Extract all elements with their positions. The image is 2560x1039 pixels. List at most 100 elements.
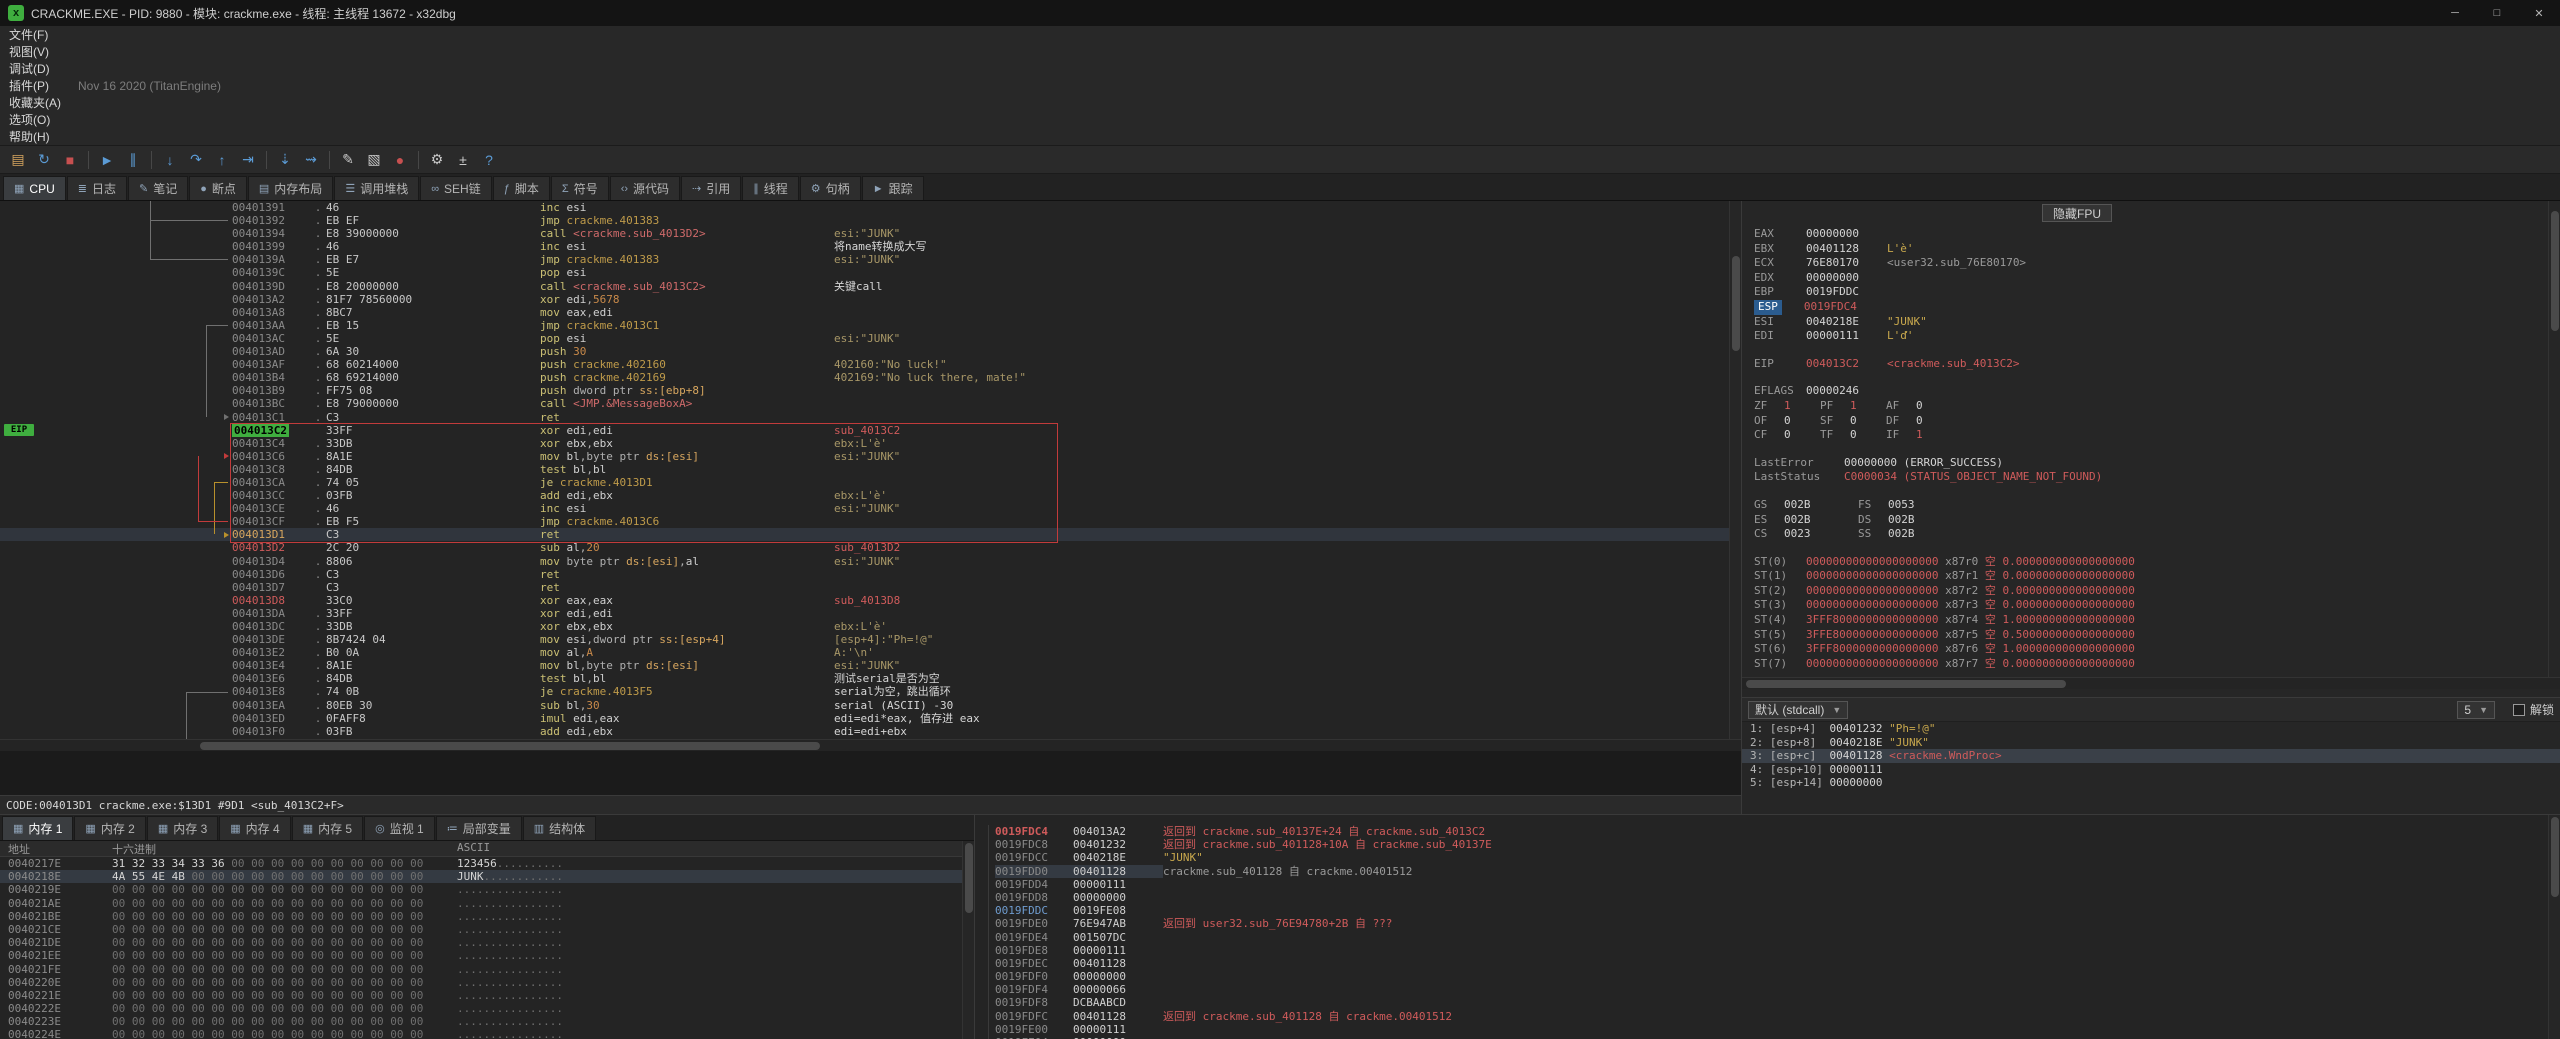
stack-row[interactable]: 0019FDC8 00401232 返回到 crackme.sub_401128+1… (975, 838, 2560, 852)
stack-row[interactable]: 0019FDE4 001507DC (975, 930, 2560, 944)
tab-symbols[interactable]: Σ 符号 (550, 176, 609, 200)
stack-row[interactable]: 0019FDDC 0019FE08 (975, 904, 2560, 918)
segment-gs[interactable]: GS 002B (1754, 498, 1858, 513)
disasm-row[interactable]: 004013E4. 8A1E mov bl,byte ptr ds:[esi] esi… (0, 659, 1741, 672)
register-eflags[interactable]: EFLAGS 00000246 (1754, 384, 2546, 399)
tab-watch-1[interactable]: ◎ 监视 1 (364, 816, 435, 840)
register-st7[interactable]: ST(7) 00000000000000000000 x87r7 空 0.0000… (1754, 657, 2546, 672)
disasm-row[interactable]: 004013B9. FF75 08 push dword ptr ss:[ebp+8… (0, 384, 1741, 397)
tab-notes[interactable]: ✎ 笔记 (127, 176, 189, 200)
tab-struct[interactable]: ▥ 结构体 (522, 816, 597, 840)
hex-dump-view[interactable]: 地址 十六进制 ASCII 0040217E 31 32 33 34 33 36 … (0, 841, 974, 1039)
stack-row[interactable]: 0019FDF8 DCBAABCD (975, 996, 2560, 1010)
stack-row[interactable]: 0019FDF4 00000066 (975, 983, 2560, 997)
disasm-row[interactable]: 004013C8. 84DB test bl,bl (0, 463, 1741, 476)
menu-item-5[interactable]: 选项(O) (0, 111, 70, 128)
minimize-button[interactable]: ─ (2434, 0, 2476, 26)
disassembly-vscrollbar[interactable] (1729, 201, 1741, 739)
argument-row[interactable]: 1: [esp+4] 00401232 "Ph=!@" (1742, 722, 2560, 736)
register-st0[interactable]: ST(0) 00000000000000000000 x87r0 空 0.0000… (1754, 555, 2546, 570)
disasm-row[interactable]: 004013DC. 33DB xor ebx,ebx ebx:L'è' (0, 620, 1741, 633)
settings-icon[interactable]: ⚙ (425, 149, 449, 171)
breakpoint-icon[interactable]: ● (388, 149, 412, 171)
tab-trace[interactable]: ► 跟踪 (861, 176, 924, 200)
registers-vscrollbar[interactable] (2548, 201, 2560, 677)
tab-references[interactable]: ⇢ 引用 (681, 176, 742, 200)
register-ebx[interactable]: EBX 00401128 L'è' (1754, 242, 2546, 257)
disasm-row[interactable]: 00401399. 46 inc esi 将name转换成大写 (0, 240, 1741, 253)
dump-row[interactable]: 0040224E 00 00 00 00 00 00 00 00 00 00 00… (0, 1028, 974, 1039)
register-ebp[interactable]: EBP 0019FDDC (1754, 285, 2546, 300)
disasm-row[interactable]: 004013EA. 80EB 30 sub bl,30 serial (ASCII) … (0, 699, 1741, 712)
flag-sf[interactable]: SF 0 (1820, 414, 1886, 429)
dump-row[interactable]: 0040217E 31 32 33 34 33 36 00 00 00 00 00… (0, 857, 974, 870)
stack-row[interactable]: 0019FDE8 00000111 (975, 943, 2560, 957)
dump-row[interactable]: 004021AE 00 00 00 00 00 00 00 00 00 00 00… (0, 897, 974, 910)
restart-icon[interactable]: ↻ (32, 149, 56, 171)
dump-row[interactable]: 0040223E 00 00 00 00 00 00 00 00 00 00 00… (0, 1015, 974, 1028)
disasm-row[interactable]: 004013F0. 03FB add edi,ebx edi=edi+ebx (0, 725, 1741, 738)
stack-row[interactable]: 0019FDD4 00000111 (975, 877, 2560, 891)
pause-icon[interactable]: ∥ (121, 149, 145, 171)
disassembly-view[interactable]: 00401391. 46 inc esi 00401392. EB EF jmp crac… (0, 201, 1741, 739)
disasm-row[interactable]: 004013E6. 84DB test bl,bl 测试serial是否为空 (0, 672, 1741, 685)
dump-vscrollbar[interactable] (962, 841, 974, 1039)
argument-row[interactable]: 4: [esp+10] 00000111 (1742, 763, 2560, 777)
segment-ss[interactable]: SS 002B (1858, 527, 1962, 542)
disasm-row[interactable]: 004013C4. 33DB xor ebx,ebx ebx:L'è' (0, 437, 1741, 450)
trace-over-icon[interactable]: ⇝ (299, 149, 323, 171)
disasm-row[interactable]: 004013C6. 8A1E mov bl,byte ptr ds:[esi] esi… (0, 450, 1741, 463)
calculator-icon[interactable]: ± (451, 149, 475, 171)
disasm-row[interactable]: 004013E2. B0 0A mov al,A A:'\n' (0, 646, 1741, 659)
last-error[interactable]: LastError 00000000 (ERROR_SUCCESS) (1754, 456, 2546, 471)
assemble-icon[interactable]: ✎ (336, 149, 360, 171)
disasm-row[interactable]: 004013D1 C3 ret (0, 528, 1741, 542)
disasm-row[interactable]: 004013AD. 6A 30 push 30 (0, 345, 1741, 358)
disasm-row[interactable]: 004013CA. 74 05 je crackme.4013D1 (0, 476, 1741, 489)
disasm-row[interactable]: 0040139D. E8 20000000 call <crackme.sub_40… (0, 280, 1741, 293)
disasm-row[interactable]: 00401392. EB EF jmp crackme.401383 (0, 214, 1741, 227)
tab-memory-2[interactable]: ▦ 内存 2 (74, 816, 146, 840)
disasm-row[interactable]: 004013CF. EB F5 jmp crackme.4013C6 (0, 515, 1741, 528)
disasm-row[interactable]: 004013BC. E8 79000000 call <JMP.&MessageBo… (0, 397, 1741, 410)
dump-row[interactable]: 004021DE 00 00 00 00 00 00 00 00 00 00 00… (0, 936, 974, 949)
stack-row[interactable]: 0019FDE0 76E947AB 返回到 user32.sub_76E94780+… (975, 917, 2560, 931)
tab-threads[interactable]: ∥ 线程 (742, 176, 799, 200)
disassembly-hscrollbar[interactable] (0, 739, 1741, 751)
disasm-row[interactable]: 004013DA. 33FF xor edi,edi (0, 607, 1741, 620)
argument-row[interactable]: 3: [esp+c] 00401128 <crackme.WndProc> (1742, 749, 2560, 763)
register-eip[interactable]: EIP 004013C2 <crackme.sub_4013C2> (1754, 357, 2546, 372)
disasm-row[interactable]: 0040139C. 5E pop esi (0, 266, 1741, 279)
tab-memory-map[interactable]: ▤ 内存布局 (247, 176, 334, 200)
disasm-row[interactable]: 00401391. 46 inc esi (0, 201, 1741, 214)
flag-pf[interactable]: PF 1 (1820, 399, 1886, 414)
disasm-row[interactable]: 00401394. E8 39000000 call <crackme.sub_40… (0, 227, 1741, 240)
disasm-row[interactable]: 004013B4. 68 69214000 push crackme.402169 4… (0, 371, 1741, 384)
run-icon[interactable]: ► (95, 149, 119, 171)
disasm-row[interactable]: 004013D4. 8806 mov byte ptr ds:[esi],al esi… (0, 555, 1741, 568)
register-st4[interactable]: ST(4) 3FFF8000000000000000 x87r4 空 1.0000… (1754, 613, 2546, 628)
tab-memory-5[interactable]: ▦ 内存 5 (291, 816, 364, 840)
menu-item-6[interactable]: 帮助(H) (0, 128, 70, 145)
tab-script[interactable]: ƒ 脚本 (492, 176, 550, 200)
flag-zf[interactable]: ZF 1 (1754, 399, 1820, 414)
close-button[interactable]: ✕ (2518, 0, 2560, 26)
menu-item-4[interactable]: 收藏夹(A) (0, 94, 70, 111)
dump-row[interactable]: 0040222E 00 00 00 00 00 00 00 00 00 00 00… (0, 1002, 974, 1015)
flag-af[interactable]: AF 0 (1886, 399, 1952, 414)
stack-row[interactable]: 0019FE00 00000111 (975, 1022, 2560, 1036)
disasm-row[interactable]: 0040139A. EB E7 jmp crackme.401383 esi:"JUN… (0, 253, 1741, 266)
step-into-icon[interactable]: ↓ (158, 149, 182, 171)
open-file-icon[interactable]: ▤ (6, 149, 30, 171)
help-icon[interactable]: ? (477, 149, 501, 171)
segment-cs[interactable]: CS 0023 (1754, 527, 1858, 542)
register-edx[interactable]: EDX 00000000 (1754, 271, 2546, 286)
dump-row[interactable]: 0040219E 00 00 00 00 00 00 00 00 00 00 00… (0, 883, 974, 896)
menu-item-1[interactable]: 视图(V) (0, 43, 70, 60)
disasm-row[interactable]: 004013D2 2C 20 sub al,20 sub_4013D2 (0, 541, 1741, 554)
maximize-button[interactable]: □ (2476, 0, 2518, 26)
register-st5[interactable]: ST(5) 3FFE8000000000000000 x87r5 空 0.5000… (1754, 628, 2546, 643)
dump-row[interactable]: 004021CE 00 00 00 00 00 00 00 00 00 00 00… (0, 923, 974, 936)
stack-row[interactable]: 0019FDC4 004013A2 返回到 crackme.sub_40137E+2… (975, 825, 2560, 839)
calling-convention-select[interactable]: 默认 (stdcall) ▼ (1748, 700, 1849, 719)
